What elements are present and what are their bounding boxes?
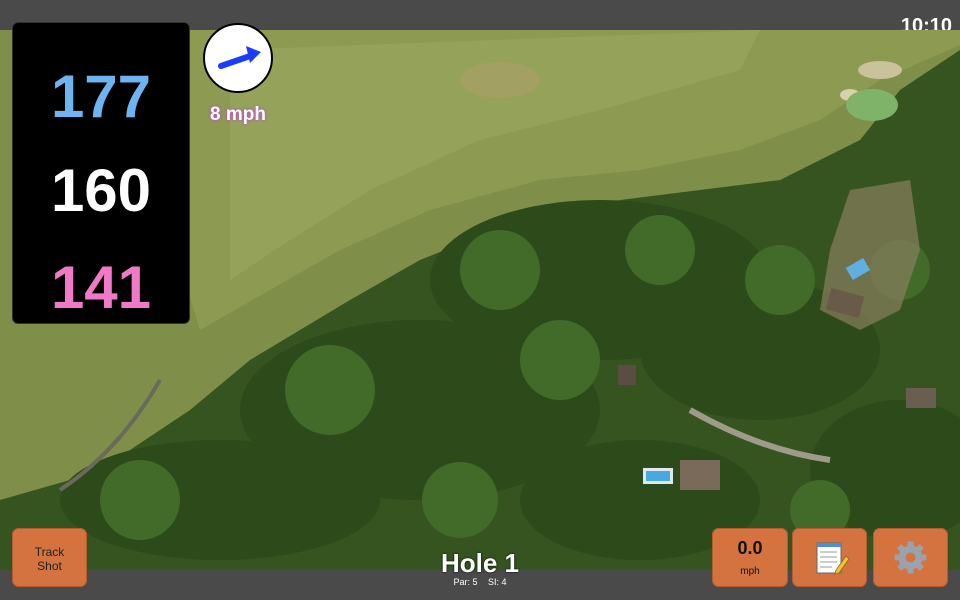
back-distance: 177: [50, 63, 152, 130]
wind-indicator: [203, 23, 273, 93]
front-distance: 141: [50, 254, 152, 321]
speed-value: 0.0: [737, 538, 763, 558]
wind-speed: 8 mph: [210, 104, 266, 125]
distance-panel: 177 160 141: [12, 22, 190, 324]
gear-icon: [894, 541, 927, 574]
speed-button[interactable]: 0.0 mph: [712, 528, 788, 587]
settings-button[interactable]: [873, 528, 948, 587]
wind-direction-arrow-icon: [218, 46, 261, 69]
hole-stroke-index: SI: 4: [488, 577, 507, 587]
middle-distance: 160: [50, 157, 152, 224]
track-shot-button[interactable]: Track Shot: [12, 528, 87, 587]
track-shot-label: Track Shot: [34, 545, 65, 573]
hole-details: Par: 5 SI: 4: [380, 577, 580, 587]
notepad-icon: [816, 542, 850, 575]
hole-title: Hole 1: [440, 548, 520, 578]
notes-button[interactable]: [792, 528, 867, 587]
hole-par: Par: 5: [453, 577, 478, 587]
speed-unit: mph: [740, 566, 760, 577]
